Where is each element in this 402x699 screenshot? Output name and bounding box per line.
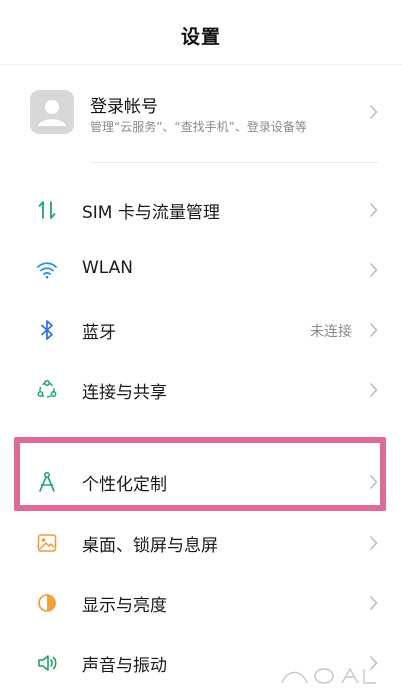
settings-item-label: SIM 卡与流量管理 xyxy=(82,203,220,223)
chevron-right-icon xyxy=(369,535,378,551)
wifi-icon xyxy=(37,262,57,279)
wallpaper-icon xyxy=(37,534,57,552)
highlight-box xyxy=(14,437,386,511)
watermark-logo xyxy=(281,667,376,684)
account-title: 登录帐号 xyxy=(90,97,158,117)
settings-item-connection-sharing[interactable]: 连接与共享 xyxy=(0,360,402,420)
settings-item-bluetooth[interactable]: 蓝牙 未连接 xyxy=(0,300,402,360)
header-divider xyxy=(0,64,402,65)
section-divider xyxy=(90,162,379,163)
settings-item-label: 桌面、锁屏与息屏 xyxy=(82,536,218,556)
settings-item-display-brightness[interactable]: 显示与亮度 xyxy=(0,573,402,633)
connection-share-icon xyxy=(37,380,57,398)
page-title: 设置 xyxy=(180,25,221,48)
chevron-right-icon xyxy=(369,104,378,120)
chevron-right-icon xyxy=(369,595,378,611)
account-subtitle: 管理“云服务”、“查找手机”、登录设备等 xyxy=(90,120,307,134)
settings-item-home-lock-screen[interactable]: 桌面、锁屏与息屏 xyxy=(0,513,402,573)
settings-item-label: 连接与共享 xyxy=(82,383,167,403)
settings-item-label: WLAN xyxy=(82,258,134,278)
account-login-row[interactable]: 登录帐号 管理“云服务”、“查找手机”、登录设备等 xyxy=(0,78,402,146)
chevron-right-icon xyxy=(369,262,378,278)
default-avatar-icon xyxy=(38,100,66,126)
avatar xyxy=(30,90,74,134)
settings-item-sim-data[interactable]: SIM 卡与流量管理 xyxy=(0,180,402,240)
settings-item-wlan[interactable]: WLAN xyxy=(0,240,402,300)
bluetooth-status: 未连接 xyxy=(310,324,352,340)
chevron-right-icon xyxy=(369,322,378,338)
settings-item-label: 蓝牙 xyxy=(82,323,116,343)
chevron-right-icon xyxy=(369,382,378,398)
header: 设置 xyxy=(0,0,402,70)
sound-icon xyxy=(38,655,57,671)
bluetooth-icon xyxy=(41,320,53,340)
settings-item-label: 显示与亮度 xyxy=(82,596,167,616)
sim-data-icon xyxy=(38,201,56,219)
chevron-right-icon xyxy=(369,202,378,218)
display-brightness-icon xyxy=(38,594,56,612)
settings-item-label: 声音与振动 xyxy=(82,656,167,676)
